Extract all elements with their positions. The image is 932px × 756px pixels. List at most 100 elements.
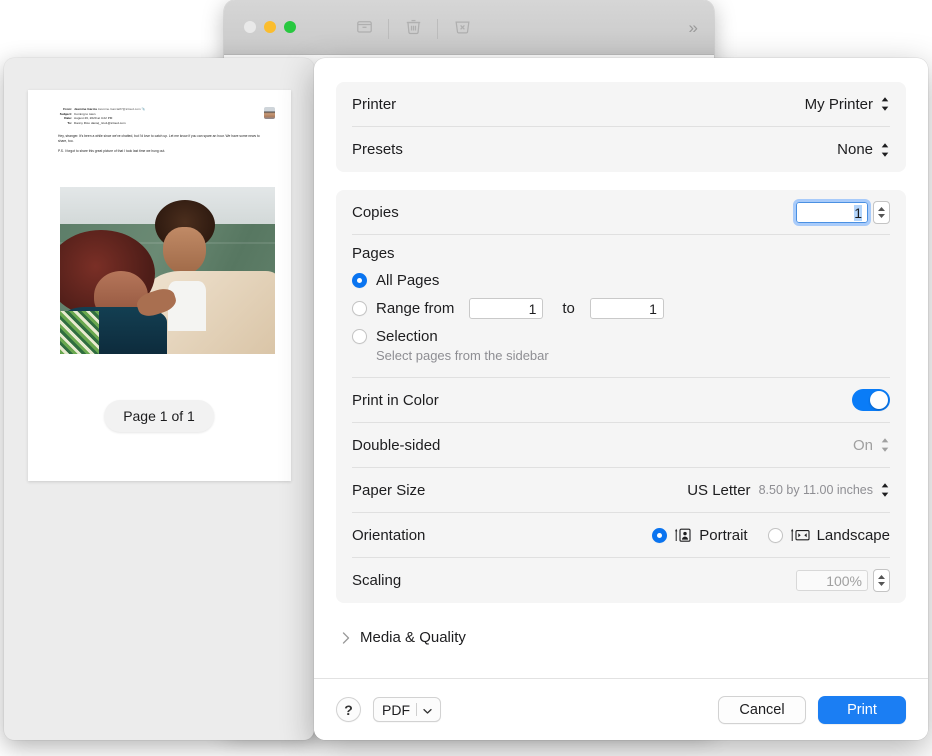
printer-label: Printer bbox=[352, 96, 396, 113]
trash-icon bbox=[404, 17, 423, 41]
message-paragraph: Hey, stranger. It's been a while since w… bbox=[58, 134, 266, 144]
header-value-to: Danny Rico danie|_rico1@icloud.com bbox=[74, 121, 126, 126]
copies-stepper[interactable] bbox=[873, 201, 890, 224]
pdf-button-label: PDF bbox=[382, 702, 410, 718]
printer-popup[interactable]: My Printer bbox=[805, 96, 890, 113]
radio-selection[interactable]: Selection bbox=[352, 328, 890, 345]
print-in-color-toggle[interactable] bbox=[852, 389, 890, 411]
double-sided-label: Double-sided bbox=[352, 437, 440, 454]
junk-box-icon bbox=[453, 17, 472, 41]
chevron-updown-icon bbox=[879, 437, 890, 454]
settings-group: Copies 1 Pages All Pages bbox=[336, 190, 906, 603]
orientation-landscape-indicator[interactable] bbox=[768, 528, 783, 543]
message-photo bbox=[60, 187, 275, 354]
landscape-icon bbox=[790, 527, 810, 543]
mail-toolbar: » bbox=[224, 0, 714, 55]
orientation-portrait-option[interactable]: Portrait bbox=[652, 527, 747, 544]
radio-range-label: Range from bbox=[376, 300, 454, 317]
double-sided-popup[interactable]: On bbox=[853, 437, 890, 454]
chevron-updown-icon bbox=[879, 141, 890, 158]
message-header: From: Jasmine Garcia Jasmine.Garcia87@ic… bbox=[44, 107, 281, 125]
orientation-landscape-option[interactable]: Landscape bbox=[768, 527, 890, 544]
print-dialog: Printer My Printer Presets None bbox=[314, 58, 928, 740]
paper-size-detail: 8.50 by 11.00 inches bbox=[759, 483, 873, 497]
scaling-stepper[interactable] bbox=[873, 569, 890, 592]
page-indicator: Page 1 of 1 bbox=[104, 400, 214, 432]
radio-all-pages-indicator[interactable] bbox=[352, 273, 367, 288]
radio-all-pages[interactable]: All Pages bbox=[352, 272, 890, 289]
header-key-to: To: bbox=[44, 121, 74, 126]
paper-size-popup[interactable]: US Letter 8.50 by 11.00 inches bbox=[687, 482, 890, 499]
printer-group: Printer My Printer Presets None bbox=[336, 82, 906, 172]
radio-range[interactable]: Range from 1 to 1 bbox=[352, 298, 890, 319]
presets-label: Presets bbox=[352, 141, 403, 158]
print-preview-panel: From: Jasmine Garcia Jasmine.Garcia87@ic… bbox=[4, 58, 314, 740]
orientation-label: Orientation bbox=[352, 527, 425, 544]
radio-selection-indicator[interactable] bbox=[352, 329, 367, 344]
row-presets[interactable]: Presets None bbox=[352, 127, 890, 172]
orientation-options: Portrait bbox=[652, 527, 890, 544]
radio-selection-label: Selection bbox=[376, 328, 438, 345]
copies-value: 1 bbox=[854, 205, 862, 221]
row-printer[interactable]: Printer My Printer bbox=[352, 82, 890, 127]
row-double-sided[interactable]: Double-sided On bbox=[352, 423, 890, 468]
message-body: Hey, stranger. It's been a while since w… bbox=[58, 134, 266, 154]
orientation-portrait-indicator[interactable] bbox=[652, 528, 667, 543]
close-window-button[interactable] bbox=[244, 21, 256, 33]
screen: » From: Jasmine Garcia Jasmine.Garcia87@… bbox=[0, 0, 932, 756]
row-orientation: Orientation bbox=[352, 513, 890, 558]
pdf-button[interactable]: PDF bbox=[373, 697, 441, 722]
archive-button[interactable] bbox=[344, 16, 384, 42]
row-paper-size[interactable]: Paper Size US Letter 8.50 by 11.00 inche… bbox=[352, 468, 890, 513]
print-button[interactable]: Print bbox=[818, 696, 906, 724]
row-copies: Copies 1 bbox=[352, 190, 890, 235]
scaling-input[interactable]: 100% bbox=[796, 570, 868, 591]
traffic-lights bbox=[244, 21, 296, 33]
presets-popup[interactable]: None bbox=[837, 141, 890, 158]
radio-all-pages-label: All Pages bbox=[376, 272, 439, 289]
attachment-icon: 📎 bbox=[142, 107, 146, 111]
pages-block: Pages All Pages Range from 1 to 1 bbox=[352, 235, 890, 378]
paper-size-value: US Letter bbox=[687, 482, 750, 499]
mail-toolbar-buttons bbox=[344, 16, 482, 42]
media-quality-disclosure[interactable]: Media & Quality bbox=[336, 621, 906, 646]
archive-box-icon bbox=[355, 17, 374, 41]
row-scaling: Scaling 100% bbox=[352, 558, 890, 603]
media-quality-label: Media & Quality bbox=[360, 629, 466, 646]
scaling-label: Scaling bbox=[352, 572, 401, 589]
zoom-window-button[interactable] bbox=[284, 21, 296, 33]
orientation-portrait-label: Portrait bbox=[699, 527, 747, 544]
header-row-to: To: Danny Rico danie|_rico1@icloud.com bbox=[44, 121, 281, 126]
row-print-in-color: Print in Color bbox=[352, 378, 890, 423]
toolbar-divider bbox=[388, 19, 389, 39]
chevron-right-icon bbox=[342, 632, 350, 644]
cancel-button[interactable]: Cancel bbox=[718, 696, 806, 724]
print-in-color-control bbox=[852, 389, 890, 411]
radio-range-indicator[interactable] bbox=[352, 301, 367, 316]
delete-button[interactable] bbox=[393, 16, 433, 42]
copies-input[interactable]: 1 bbox=[796, 202, 868, 223]
chevron-updown-icon bbox=[879, 482, 890, 499]
selection-hint: Select pages from the sidebar bbox=[376, 348, 890, 363]
presets-value: None bbox=[837, 141, 873, 158]
sender-name: Jasmine Garcia bbox=[74, 107, 97, 111]
toolbar-divider bbox=[437, 19, 438, 39]
copies-label: Copies bbox=[352, 204, 399, 221]
scaling-control: 100% bbox=[796, 569, 890, 592]
range-to-word: to bbox=[562, 300, 575, 317]
portrait-icon bbox=[674, 527, 692, 543]
paper-size-label: Paper Size bbox=[352, 482, 425, 499]
message-paragraph: P.S. I forgot to share this great pictur… bbox=[58, 149, 266, 154]
pdf-divider bbox=[416, 703, 417, 716]
help-button[interactable]: ? bbox=[336, 697, 361, 722]
range-to-input[interactable]: 1 bbox=[590, 298, 664, 319]
avatar bbox=[264, 107, 275, 119]
double-sided-value: On bbox=[853, 437, 873, 454]
toolbar-overflow-button[interactable]: » bbox=[689, 18, 696, 38]
preview-message: From: Jasmine Garcia Jasmine.Garcia87@ic… bbox=[44, 107, 281, 159]
junk-button[interactable] bbox=[442, 16, 482, 42]
copies-control: 1 bbox=[796, 201, 890, 224]
orientation-landscape-label: Landscape bbox=[817, 527, 890, 544]
minimize-window-button[interactable] bbox=[264, 21, 276, 33]
range-from-input[interactable]: 1 bbox=[469, 298, 543, 319]
